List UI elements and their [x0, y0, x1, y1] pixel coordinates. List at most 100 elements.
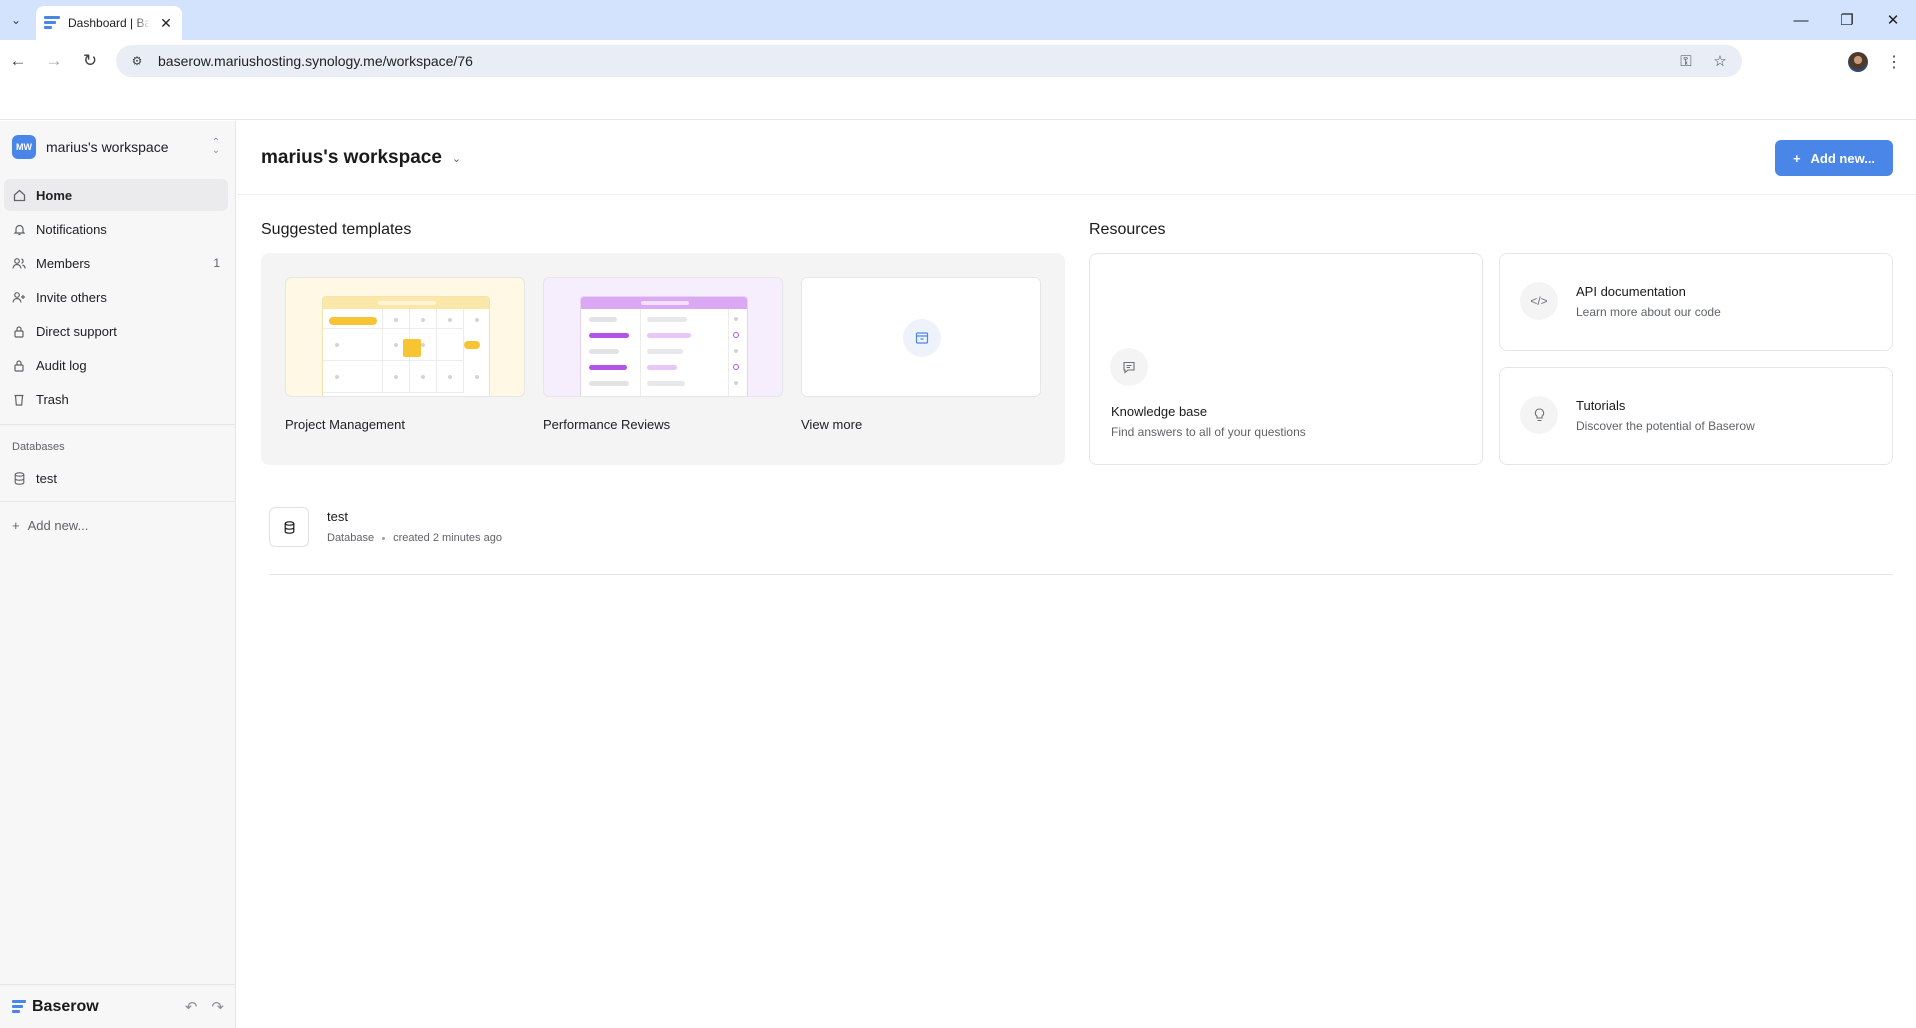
template-project-management[interactable]: Project Management	[285, 277, 525, 432]
application-type: Database	[327, 532, 375, 544]
app-top-strip	[0, 82, 1916, 120]
restore-icon[interactable]: ❐	[1824, 0, 1870, 40]
minimize-icon[interactable]: —	[1778, 0, 1824, 40]
user-plus-icon	[12, 290, 26, 304]
back-icon[interactable]: ←	[6, 49, 30, 73]
undo-icon[interactable]: ↶	[185, 998, 198, 1016]
profile-avatar[interactable]	[1848, 52, 1868, 72]
browser-menu-icon[interactable]: ⋮	[1884, 50, 1904, 74]
resource-title: API documentation	[1576, 284, 1686, 299]
baserow-favicon-icon	[44, 16, 60, 30]
separator-dot	[382, 536, 386, 540]
resource-api-documentation[interactable]: </> API documentation Learn more about o…	[1499, 253, 1893, 351]
template-view-more[interactable]: View more	[801, 277, 1041, 432]
code-icon: </>	[1520, 282, 1558, 320]
add-new-label: Add new...	[1810, 150, 1876, 166]
sidebar-item-database-test[interactable]: test	[4, 462, 228, 494]
brand-name: Baserow	[32, 997, 99, 1015]
sidebar-item-notifications[interactable]: Notifications	[4, 213, 228, 245]
sidebar-item-label: Home	[36, 187, 73, 203]
sidebar-nav: Home Notifications Members 1 Invite othe…	[4, 179, 228, 417]
sidebar-item-label: Trash	[36, 391, 69, 407]
sidebar-divider	[0, 424, 236, 425]
sidebar-item-label: Invite others	[36, 289, 107, 305]
sidebar-item-label: test	[36, 470, 57, 486]
sidebar-item-label: Audit log	[36, 357, 87, 373]
workspace-header: marius's workspace ⌄ + Add new...	[237, 121, 1916, 195]
database-icon	[269, 507, 309, 547]
browser-tabstrip: ⌄ Dashboard | Baserow ✕ — ❐ ✕	[0, 0, 1916, 40]
members-count: 1	[213, 256, 220, 270]
add-new-button[interactable]: + Add new...	[1775, 140, 1893, 176]
application-meta: Database created 2 minutes ago	[327, 532, 502, 544]
application-row[interactable]: test Database created 2 minutes ago	[269, 507, 1893, 575]
tab-title: Dashboard | Baserow	[68, 16, 150, 30]
sidebar-divider	[0, 501, 236, 502]
view-more-thumbnail	[801, 277, 1041, 397]
sidebar-item-label: Members	[36, 255, 91, 271]
templates-panel: Project Management Performance Reviews V…	[261, 253, 1065, 465]
project-management-thumbnail	[285, 277, 525, 397]
resource-title: Knowledge base	[1111, 404, 1208, 419]
lock-icon	[12, 324, 26, 338]
sidebar-item-audit-log[interactable]: Audit log	[4, 349, 228, 381]
plus-icon: +	[1792, 150, 1801, 166]
close-window-icon[interactable]: ✕	[1870, 0, 1916, 40]
suggested-templates-title: Suggested templates	[261, 221, 412, 238]
site-info-icon[interactable]: ⚙	[128, 52, 146, 70]
resource-description: Discover the potential of Baserow	[1576, 419, 1755, 433]
performance-reviews-thumbnail	[543, 277, 783, 397]
sidebar-item-home[interactable]: Home	[4, 179, 228, 211]
chat-icon	[1110, 348, 1148, 386]
database-icon	[12, 471, 26, 485]
baserow-logo-icon	[12, 1000, 26, 1013]
workspace-switcher[interactable]: MW marius's workspace ⌃ ⌄	[12, 133, 222, 161]
template-name: View more	[801, 417, 863, 432]
main-content: marius's workspace ⌄ + Add new... Sugges…	[237, 121, 1916, 1028]
redo-icon[interactable]: ↷	[211, 998, 224, 1016]
databases-section-label: Databases	[12, 441, 65, 453]
reload-icon[interactable]: ↻	[78, 49, 102, 73]
resource-knowledge-base[interactable]: Knowledge base Find answers to all of yo…	[1089, 253, 1483, 465]
password-key-icon[interactable]: ⚿	[1676, 51, 1696, 71]
baserow-logo[interactable]: Baserow	[12, 998, 185, 1016]
application-created: created 2 minutes ago	[393, 532, 502, 544]
workspace-name: marius's workspace	[46, 139, 169, 155]
sidebar-item-members[interactable]: Members 1	[4, 247, 228, 279]
sidebar-item-trash[interactable]: Trash	[4, 383, 228, 415]
bookmark-star-icon[interactable]: ☆	[1710, 51, 1730, 71]
tab-search-chevron-icon[interactable]: ⌄	[6, 8, 26, 32]
lightbulb-icon	[1520, 396, 1558, 434]
users-icon	[12, 256, 26, 270]
sidebar-add-new-button[interactable]: + Add new...	[4, 509, 228, 541]
workspace-badge: MW	[12, 135, 36, 159]
application-name: test	[327, 509, 348, 524]
plus-icon: +	[12, 517, 20, 533]
sidebar-item-label: Notifications	[36, 221, 107, 237]
chevron-down-icon: ⌄	[451, 152, 462, 165]
lock-icon	[12, 358, 26, 372]
template-name: Project Management	[285, 417, 405, 432]
template-performance-reviews[interactable]: Performance Reviews	[543, 277, 783, 432]
forward-icon[interactable]: →	[42, 49, 66, 73]
archive-icon	[903, 319, 941, 357]
browser-tab[interactable]: Dashboard | Baserow ✕	[36, 6, 182, 40]
address-bar[interactable]: ⚙ baserow.mariushosting.synology.me/work…	[116, 45, 1742, 77]
sidebar-add-new-label: Add new...	[27, 517, 89, 533]
browser-toolbar: ← → ↻ ⚙ baserow.mariushosting.synology.m…	[0, 40, 1916, 82]
resource-tutorials[interactable]: Tutorials Discover the potential of Base…	[1499, 367, 1893, 465]
sidebar-footer: Baserow ↶ ↷	[0, 984, 236, 1028]
tab-close-icon[interactable]: ✕	[158, 15, 174, 32]
workspace-title-text: marius's workspace	[261, 147, 442, 168]
url-text[interactable]: baserow.mariushosting.synology.me/worksp…	[158, 53, 473, 69]
chevron-up-down-icon: ⌃ ⌄	[211, 137, 221, 156]
workspace-title[interactable]: marius's workspace ⌄	[261, 147, 461, 169]
template-name: Performance Reviews	[543, 417, 671, 432]
resource-description: Learn more about our code	[1576, 305, 1721, 319]
home-icon	[12, 188, 26, 202]
resource-description: Find answers to all of your questions	[1111, 425, 1306, 439]
sidebar-item-invite-others[interactable]: Invite others	[4, 281, 228, 313]
sidebar-item-direct-support[interactable]: Direct support	[4, 315, 228, 347]
sidebar: MW marius's workspace ⌃ ⌄ Home Notificati…	[0, 121, 236, 1028]
resources-title: Resources	[1089, 221, 1166, 238]
